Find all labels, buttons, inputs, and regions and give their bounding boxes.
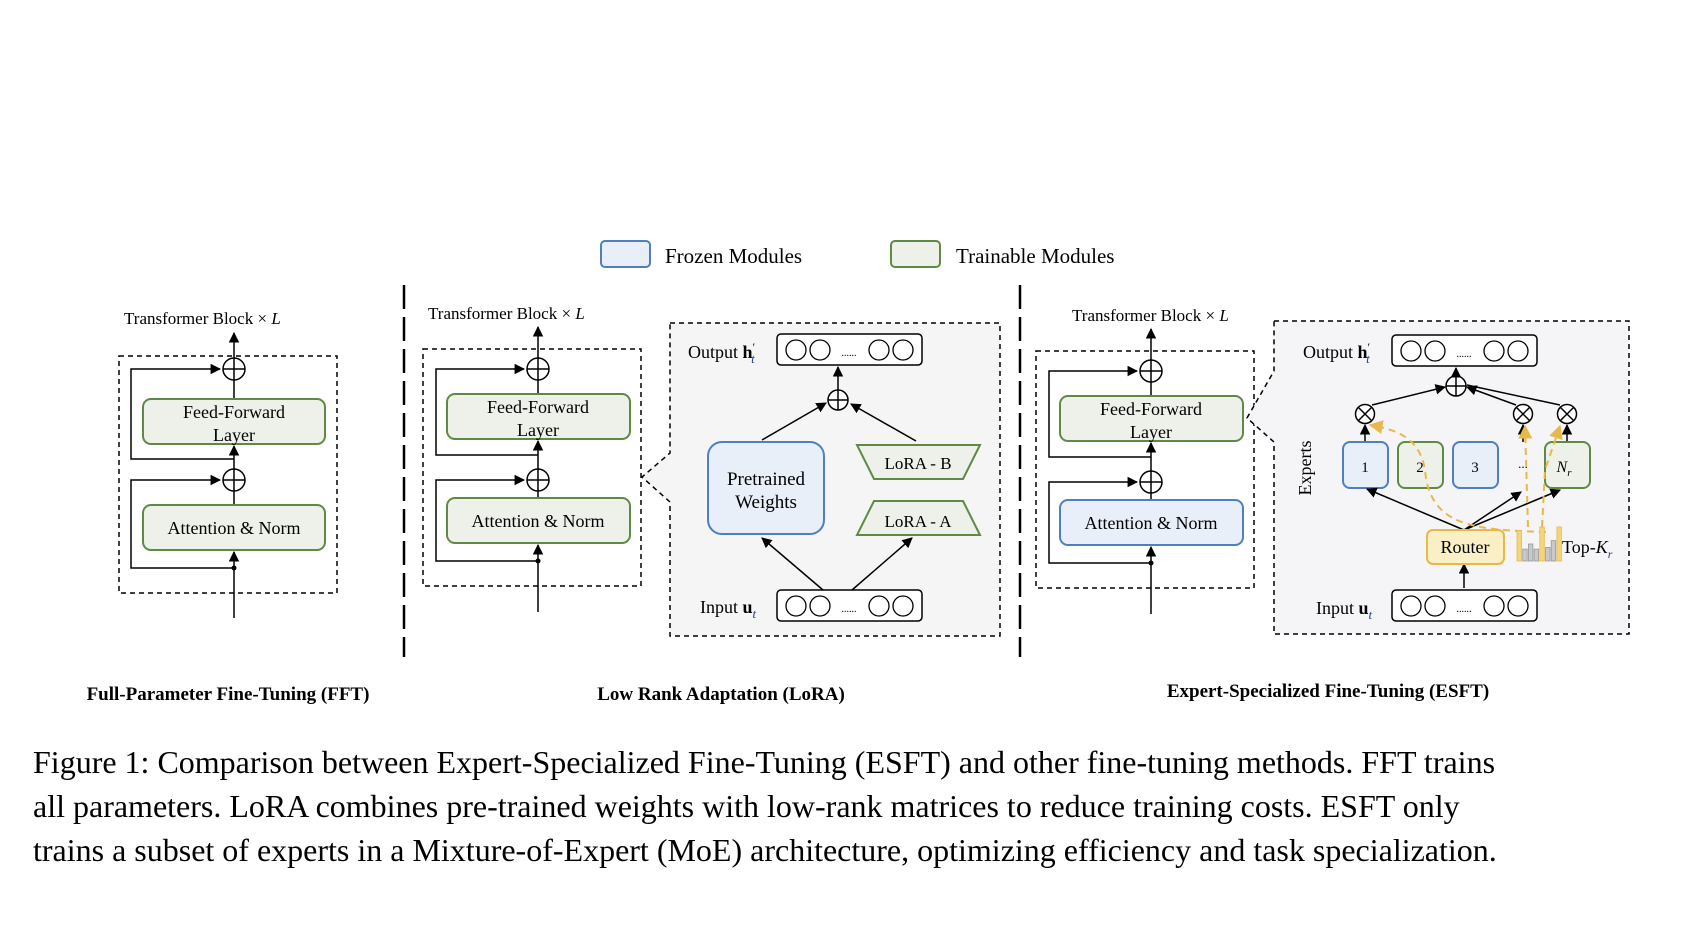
topk-bar (1550, 540, 1557, 562)
topk-bar (1522, 548, 1528, 562)
experts-axis-label: Experts (1295, 441, 1315, 496)
fft-diagram: Transformer Block × L Feed-Forward Layer… (87, 309, 370, 705)
legend-trainable-label: Trainable Modules (956, 244, 1114, 268)
expert-1-label: 1 (1361, 460, 1369, 476)
esft-output-vector: ...... (1391, 334, 1538, 367)
lora-input-vector: ...... (776, 589, 923, 622)
fft-title: Full-Parameter Fine-Tuning (FFT) (87, 684, 370, 705)
svg-text:......: ...... (842, 604, 857, 615)
pretrained-weights-label-2: Weights (735, 492, 797, 513)
add-icon (1139, 359, 1163, 383)
legend-trainable-swatch (890, 240, 941, 268)
caption-line-3: trains a subset of experts in a Mixture-… (33, 832, 1497, 868)
add-icon (827, 389, 849, 411)
lora-b-label: LoRA - B (884, 454, 951, 473)
esft-ffn-label-1: Feed-Forward (1100, 399, 1202, 419)
expert-3-label: 3 (1471, 460, 1479, 476)
lora-a-label: LoRA - A (884, 512, 952, 531)
caption-line-2: all parameters. LoRA combines pre-traine… (33, 788, 1460, 824)
router-label: Router (1441, 537, 1490, 557)
add-icon (526, 468, 550, 492)
topk-bar (1528, 543, 1534, 562)
esft-ffn-label-2: Layer (1130, 422, 1172, 442)
add-icon (1139, 470, 1163, 494)
lora-ffn-label-1: Feed-Forward (487, 397, 589, 417)
lora-title: Low Rank Adaptation (LoRA) (597, 684, 845, 705)
topk-bar (1533, 548, 1539, 562)
multiply-icon (1556, 403, 1578, 425)
legend-frozen-swatch (600, 240, 651, 268)
topk-bar-selected (1539, 526, 1545, 562)
pretrained-weights-label-1: Pretrained (727, 469, 806, 490)
topk-bar (1545, 547, 1551, 562)
fft-ffn-label-2: Layer (213, 425, 255, 445)
fft-block-title: Transformer Block × L (124, 309, 281, 328)
svg-text:......: ...... (842, 348, 857, 359)
topk-bar-selected (1516, 530, 1522, 562)
esft-block-title: Transformer Block × L (1072, 306, 1229, 325)
svg-text:......: ...... (1457, 349, 1472, 360)
lora-block-title: Transformer Block × L (428, 304, 585, 323)
lora-diagram: Transformer Block × L Feed-Forward Layer… (422, 304, 1001, 705)
esft-block-outline (1035, 350, 1255, 589)
lora-ffn-label-2: Layer (517, 420, 559, 440)
esft-attn-label: Attention & Norm (1085, 513, 1218, 533)
topk-bar-selected (1556, 526, 1562, 562)
legend: Frozen Modules Trainable Modules (600, 240, 1114, 268)
legend-frozen-label: Frozen Modules (665, 244, 802, 268)
expert-nr (1544, 441, 1591, 489)
esft-input-vector: ...... (1391, 589, 1538, 622)
add-icon (222, 357, 246, 381)
esft-title: Expert-Specialized Fine-Tuning (ESFT) (1167, 681, 1489, 702)
add-icon (526, 357, 550, 381)
add-icon (222, 468, 246, 492)
svg-text:......: ...... (1457, 604, 1472, 615)
figure-caption: Figure 1: Comparison between Expert-Spec… (33, 740, 1663, 872)
fft-ffn-label-1: Feed-Forward (183, 402, 285, 422)
esft-diagram: Transformer Block × L Feed-Forward Layer… (1035, 306, 1630, 702)
caption-line-1: Figure 1: Comparison between Expert-Spec… (33, 744, 1496, 780)
lora-attn-label: Attention & Norm (472, 511, 605, 531)
add-icon (1445, 375, 1467, 397)
lora-block-outline (422, 348, 642, 587)
fft-attn-label: Attention & Norm (168, 518, 301, 538)
lora-output-vector: ...... (776, 333, 923, 366)
multiply-icon (1512, 403, 1534, 425)
multiply-icon (1354, 403, 1376, 425)
